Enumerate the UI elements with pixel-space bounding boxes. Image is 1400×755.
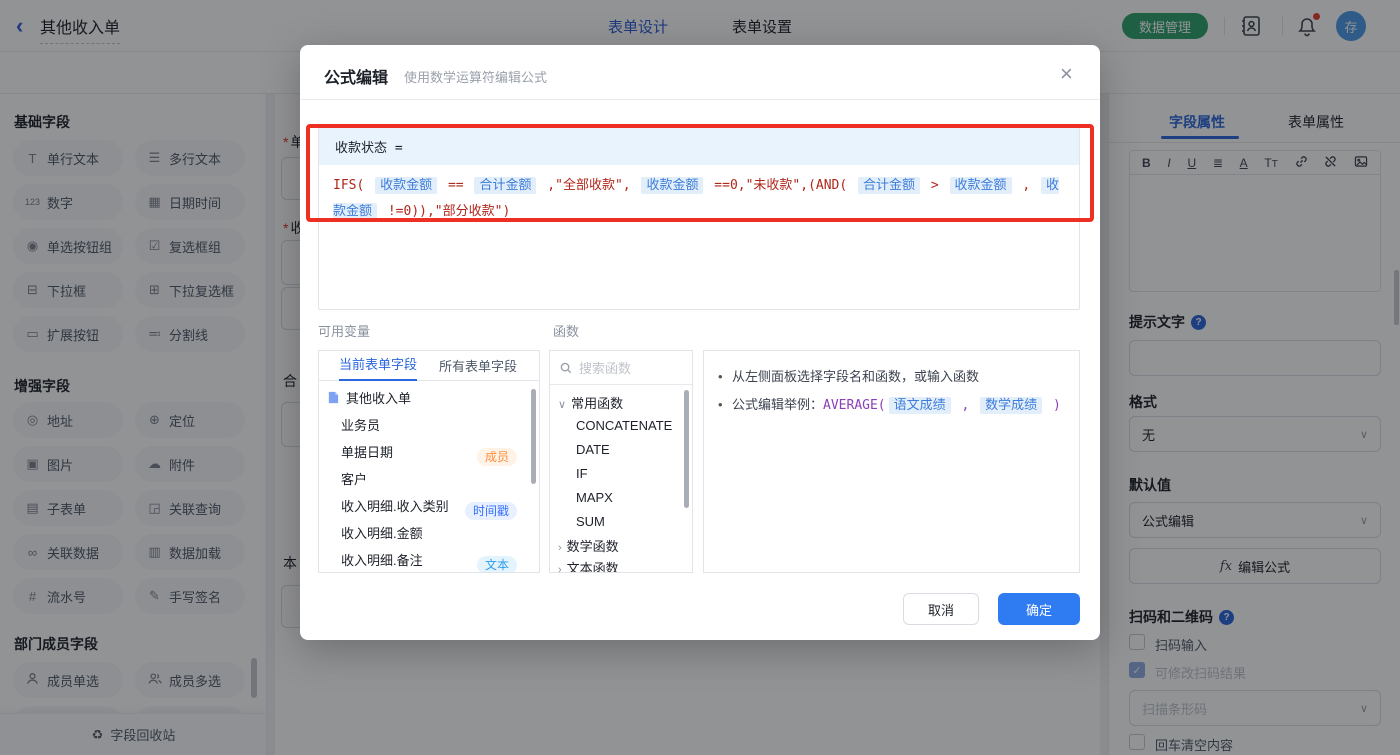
formula-text: !=0)),"部分收款") bbox=[380, 204, 511, 219]
field-chip: 合计金额 bbox=[474, 177, 537, 194]
formula-text: ) bbox=[1045, 398, 1061, 413]
help-text: 从左侧面板选择字段名和函数，或输入函数 bbox=[732, 369, 980, 384]
formula-text: ==0,"未收款",(AND( bbox=[706, 178, 856, 193]
group-label: 文本函数 bbox=[566, 561, 619, 573]
variable-row[interactable]: 收入明细.金额数组 bbox=[319, 522, 539, 542]
field-chip: 收款金额 bbox=[375, 177, 438, 194]
formula-text: == bbox=[440, 178, 472, 193]
app-screen: ‹ 其他收入单 表单设计 表单设置 数据管理 存 ⊘ 表单外链 ⊡ 后端脚本 ▦… bbox=[0, 0, 1400, 755]
field-chip: 数学成绩 bbox=[980, 397, 1043, 414]
field-chip: 语文成绩 bbox=[888, 397, 951, 414]
help-example-formula: AVERAGE(语文成绩 , 数学成绩 ) bbox=[823, 397, 1061, 414]
formula-editor[interactable]: 收款状态 = IFS( 收款金额 == 合计金额 ,"全部收款", 收款金额 =… bbox=[318, 126, 1080, 310]
variables-panel: 当前表单字段 所有表单字段 其他收入单 业务员 成员 单据日期 时间戳 客户 文本 收… bbox=[318, 350, 540, 573]
formula-text: , bbox=[953, 398, 978, 413]
help-line-1: • 从左侧面板选择字段名和函数，或输入函数 bbox=[718, 363, 1065, 391]
variable-row[interactable]: 收入明细.收入类别数组 bbox=[319, 495, 539, 515]
variable-row[interactable]: 单据日期 时间戳 bbox=[319, 441, 539, 520]
help-line-2: • 公式编辑举例：AVERAGE(语文成绩 , 数学成绩 ) bbox=[718, 391, 1065, 420]
tab-current-form-fields[interactable]: 当前表单字段 bbox=[339, 351, 418, 381]
help-example-prefix: 公式编辑举例： bbox=[732, 397, 824, 412]
confirm-button[interactable]: 确定 bbox=[998, 593, 1080, 625]
function-item-date[interactable]: DATE bbox=[576, 442, 610, 457]
root-label: 其他收入单 bbox=[346, 390, 412, 406]
variable-name: 收入明细.收入类别 bbox=[341, 498, 449, 514]
tab-all-form-fields[interactable]: 所有表单字段 bbox=[439, 356, 517, 375]
search-icon bbox=[560, 362, 572, 373]
variable-row[interactable]: 收入明细.备注数组 bbox=[319, 549, 539, 569]
field-chip: 收款金额 bbox=[949, 177, 1012, 194]
cancel-button[interactable]: 取消 bbox=[903, 593, 979, 625]
formula-text: ,"全部收款", bbox=[539, 178, 639, 193]
modal-header: 公式编辑 使用数学运算符编辑公式 × bbox=[300, 45, 1100, 100]
variable-name: 收入明细.金额 bbox=[341, 525, 423, 541]
search-placeholder: 搜索函数 bbox=[579, 361, 632, 376]
function-item-mapx[interactable]: MAPX bbox=[576, 490, 613, 505]
modal-title: 公式编辑 bbox=[324, 70, 389, 87]
modal-subtitle: 使用数学运算符编辑公式 bbox=[404, 70, 548, 85]
formula-text: AVERAGE( bbox=[823, 398, 886, 413]
functions-scrollbar[interactable] bbox=[684, 390, 689, 508]
variable-name: 收入明细.备注 bbox=[341, 552, 423, 568]
formula-target: 收款状态 = bbox=[319, 127, 1079, 165]
variable-row[interactable]: 业务员 成员 bbox=[319, 414, 539, 466]
group-label: 数学函数 bbox=[566, 539, 619, 554]
function-group-common[interactable]: ∨ 常用函数 bbox=[558, 393, 623, 412]
variable-name: 客户 bbox=[341, 471, 368, 487]
group-label: 常用函数 bbox=[571, 396, 624, 411]
variable-name: 单据日期 bbox=[341, 444, 394, 460]
function-item-if[interactable]: IF bbox=[576, 466, 588, 481]
function-item-sum[interactable]: SUM bbox=[576, 514, 605, 529]
chevron-right-icon: › bbox=[558, 564, 562, 573]
function-group-text[interactable]: › 文本函数 bbox=[558, 558, 619, 573]
chevron-right-icon: › bbox=[558, 542, 562, 554]
formula-text: , bbox=[1014, 178, 1039, 193]
bullet-dot: • bbox=[718, 397, 723, 412]
variable-tree-root[interactable]: 其他收入单 bbox=[319, 387, 539, 407]
function-item-concatenate[interactable]: CONCATENATE bbox=[576, 418, 672, 433]
formula-text: > bbox=[923, 178, 947, 193]
chevron-down-icon: ∨ bbox=[558, 399, 567, 411]
form-doc-icon bbox=[328, 391, 339, 403]
field-chip: 合计金额 bbox=[858, 177, 921, 194]
field-chip: 收款金额 bbox=[641, 177, 704, 194]
formula-body[interactable]: IFS( 收款金额 == 合计金额 ,"全部收款", 收款金额 ==0,"未收款… bbox=[319, 165, 1079, 233]
bullet-dot: • bbox=[718, 369, 723, 384]
close-icon[interactable]: × bbox=[1060, 61, 1073, 87]
variables-scrollbar[interactable] bbox=[531, 389, 536, 484]
variable-name: 业务员 bbox=[341, 417, 381, 433]
functions-panel: 搜索函数 ∨ 常用函数 CONCATENATE DATE IF MAPX SUM … bbox=[549, 350, 693, 573]
function-group-math[interactable]: › 数学函数 bbox=[558, 536, 619, 555]
variable-row[interactable]: 客户 文本 bbox=[319, 468, 539, 572]
variables-tabs: 当前表单字段 所有表单字段 bbox=[319, 351, 539, 381]
formula-editor-modal: 公式编辑 使用数学运算符编辑公式 × 收款状态 = IFS( 收款金额 == 合… bbox=[300, 45, 1100, 640]
variables-label: 可用变量 bbox=[318, 324, 371, 339]
help-panel: • 从左侧面板选择字段名和函数，或输入函数 • 公式编辑举例：AVERAGE(语文成… bbox=[703, 350, 1080, 573]
function-search-input[interactable]: 搜索函数 bbox=[550, 351, 692, 385]
formula-text: IFS( bbox=[333, 178, 373, 193]
functions-label: 函数 bbox=[553, 324, 580, 339]
